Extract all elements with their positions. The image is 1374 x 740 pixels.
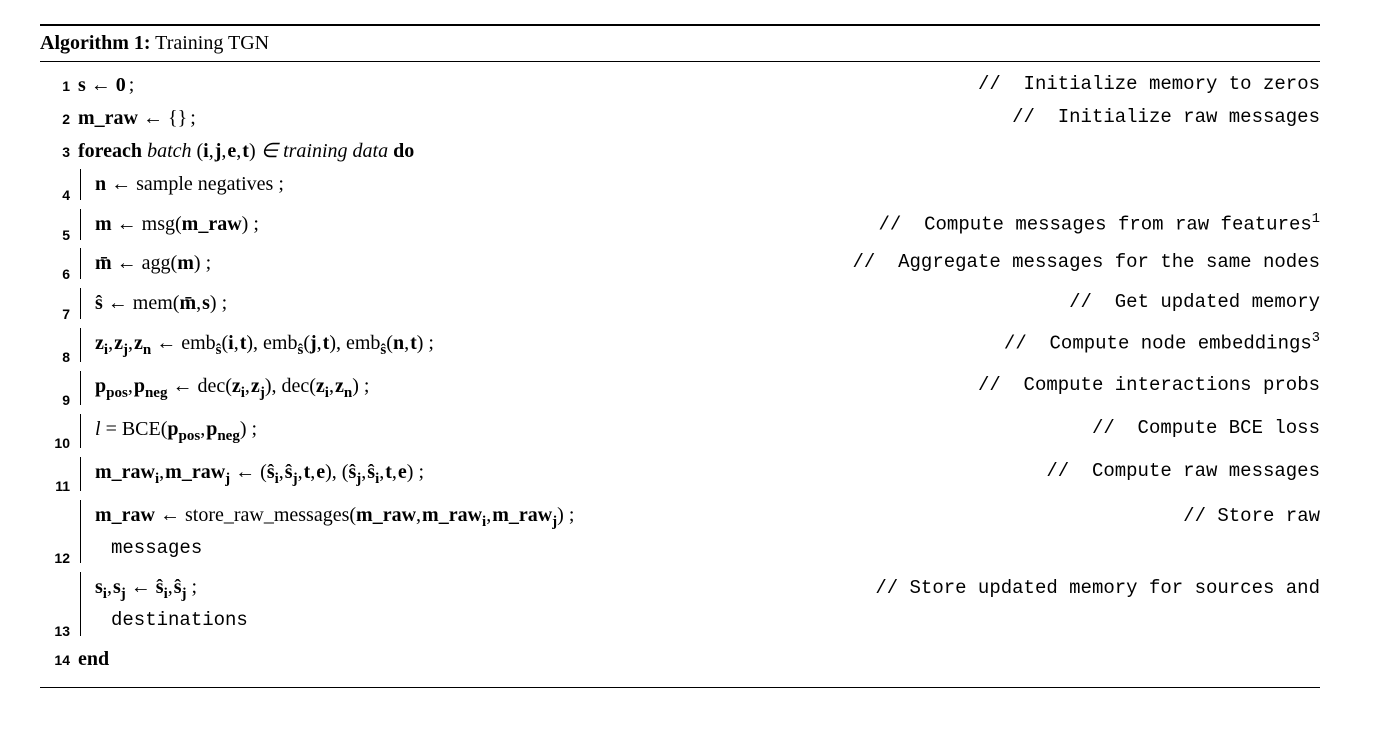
line-number: 11	[40, 476, 78, 498]
algo-line: 12 m_raw ← store_raw_messages(m_raw,m_ra…	[40, 500, 1320, 570]
rule-bottom	[40, 687, 1320, 688]
algo-line: 13 si,sj ← ŝi,ŝj ; // Store updated memo…	[40, 572, 1320, 642]
line-code: zi,zj,zn ← embŝ(i,t), embŝ(j,t), embŝ(n,…	[95, 328, 434, 362]
line-comment: // Initialize memory to zeros	[978, 70, 1320, 99]
title-text: Training TGN	[151, 32, 270, 54]
line-number: 6	[40, 264, 78, 286]
line-code: foreach batch (i,j,e,t) ∈ training data …	[78, 136, 414, 167]
line-number: 14	[40, 650, 78, 672]
line-code: m_raw ← {};	[78, 103, 196, 134]
algo-line: 4 n ← sample negatives ;	[40, 169, 1320, 207]
line-code: l = BCE(ppos,pneg) ;	[95, 414, 257, 448]
line-code: m_raw ← store_raw_messages(m_raw,m_rawi,…	[95, 500, 1320, 564]
algo-line: 8 zi,zj,zn ← embŝ(i,t), embŝ(j,t), embŝ(…	[40, 328, 1320, 369]
algo-line: 3 foreach batch (i,j,e,t) ∈ training dat…	[40, 136, 1320, 167]
line-code: n ← sample negatives ;	[95, 169, 284, 200]
line-comment: // Compute messages from raw features1	[879, 209, 1321, 240]
line-comment: // Compute node embeddings3	[1004, 328, 1320, 359]
rule-under-title	[40, 61, 1320, 62]
line-number: 7	[40, 304, 78, 326]
line-number: 10	[40, 433, 78, 455]
line-comment-cont: messages	[95, 534, 1320, 563]
algo-line: 5 m ← msg(m_raw) ; // Compute messages f…	[40, 209, 1320, 247]
line-code: m_rawi,m_rawj ← (ŝi,ŝj,t,e), (ŝj,ŝi,t,e)…	[95, 457, 424, 491]
line-number: 9	[40, 390, 78, 412]
line-number: 12	[40, 548, 78, 570]
algo-line: 2 m_raw ← {}; // Initialize raw messages	[40, 103, 1320, 134]
line-comment: // Initialize raw messages	[1012, 103, 1320, 132]
algo-line: 10 l = BCE(ppos,pneg) ; // Compute BCE l…	[40, 414, 1320, 455]
line-number: 13	[40, 621, 78, 643]
line-number: 8	[40, 347, 78, 369]
algo-line: 14 end	[40, 644, 1320, 675]
line-number: 5	[40, 225, 78, 247]
line-code: s ← 0;	[78, 70, 134, 101]
line-number: 4	[40, 185, 78, 207]
line-number: 3	[40, 142, 78, 164]
line-comment: // Compute BCE loss	[1092, 414, 1320, 443]
rule-top	[40, 24, 1320, 26]
line-code: m ← msg(m_raw) ;	[95, 209, 259, 240]
line-code: end	[78, 644, 109, 675]
algorithm-body: 1 s ← 0; // Initialize memory to zeros 2…	[40, 66, 1320, 683]
line-comment: // Compute interactions probs	[978, 371, 1320, 400]
algorithm-block: Algorithm 1: Training TGN 1 s ← 0; // In…	[40, 24, 1320, 688]
algo-line: 7 ŝ ← mem(m̄,s) ; // Get updated memory	[40, 288, 1320, 326]
title-prefix: Algorithm 1:	[40, 32, 151, 54]
line-comment: // Aggregate messages for the same nodes	[853, 248, 1320, 277]
line-code: si,sj ← ŝi,ŝj ; // Store updated memory …	[95, 572, 1320, 636]
line-code: ppos,pneg ← dec(zi,zj), dec(zi,zn) ;	[95, 371, 369, 405]
algo-line: 11 m_rawi,m_rawj ← (ŝi,ŝj,t,e), (ŝj,ŝi,t…	[40, 457, 1320, 498]
line-number: 2	[40, 109, 78, 131]
line-comment: // Store raw	[1183, 502, 1320, 531]
line-comment: // Get updated memory	[1069, 288, 1320, 317]
algo-line: 9 ppos,pneg ← dec(zi,zj), dec(zi,zn) ; /…	[40, 371, 1320, 412]
algorithm-title: Algorithm 1: Training TGN	[40, 30, 1320, 57]
line-code: m̄ ← agg(m) ;	[95, 248, 211, 279]
algo-line: 6 m̄ ← agg(m) ; // Aggregate messages fo…	[40, 248, 1320, 286]
line-code: ŝ ← mem(m̄,s) ;	[95, 288, 227, 319]
line-comment: // Compute raw messages	[1046, 457, 1320, 486]
line-number: 1	[40, 76, 78, 98]
algo-line: 1 s ← 0; // Initialize memory to zeros	[40, 70, 1320, 101]
line-comment-cont: destinations	[95, 606, 1320, 635]
line-comment: // Store updated memory for sources and	[875, 574, 1320, 603]
